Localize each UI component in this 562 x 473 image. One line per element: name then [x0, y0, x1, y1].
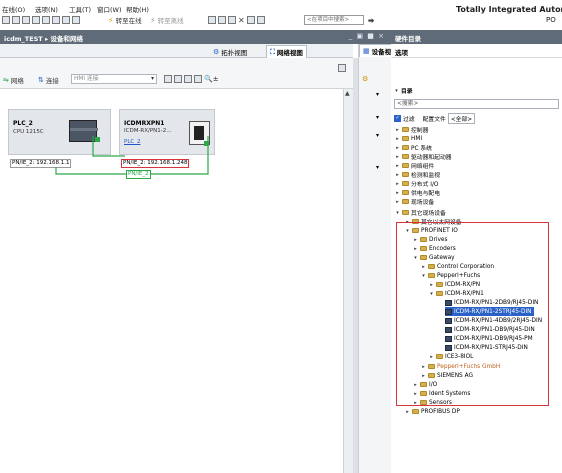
expand-icon[interactable]: ▾ — [376, 91, 379, 98]
subnet-lines — [55, 136, 209, 175]
connection-type-select[interactable]: HMI 连接 ▾ — [71, 74, 157, 84]
folder-icon — [402, 210, 409, 215]
split-editor-icon[interactable] — [228, 16, 236, 24]
menu-help[interactable]: 帮助(H) — [126, 4, 149, 14]
connections-button[interactable]: ⇅ 连接 — [38, 75, 59, 85]
go-online-icon: ⚡ — [108, 15, 114, 25]
collapse-panel-icon[interactable] — [338, 64, 346, 72]
folder-icon — [402, 127, 409, 132]
options-header: 选项 — [391, 44, 562, 58]
chevron-down-icon: ▾ — [395, 87, 398, 94]
tia-brand: Totally Integrated Automa — [456, 5, 562, 14]
network-overview-icon[interactable] — [164, 75, 172, 83]
profile-select[interactable]: <全部> — [447, 113, 476, 124]
tree-item-other-field-devices[interactable]: ▾ 其它现场设备 — [395, 208, 446, 218]
folder-icon — [402, 154, 409, 159]
redo-icon[interactable] — [32, 16, 40, 24]
accessible-devices-icon[interactable] — [208, 16, 216, 24]
show-address-icon[interactable] — [174, 75, 182, 83]
connections-icon: ⇅ — [38, 76, 44, 84]
tree-item-controllers[interactable]: ▸ 控制器 — [395, 125, 428, 135]
toolbar-icons-left — [2, 15, 80, 25]
catalog-search-input[interactable]: <搜索> — [394, 99, 559, 109]
close-editor-icon[interactable]: ✕ — [238, 16, 245, 25]
window-controls[interactable]: _ ▣ ■ × — [349, 32, 385, 40]
menu-options[interactable]: 选项(N) — [35, 4, 58, 14]
folder-icon — [412, 409, 419, 414]
upload-icon[interactable] — [62, 16, 70, 24]
device-view-panel: ▦ 设备视图 ⚙ ▾ ▾ ▾ ▾ — [358, 44, 398, 473]
folder-icon — [402, 199, 409, 204]
device-icon: ▦ — [363, 47, 370, 55]
network-button[interactable]: ⇋ 网络 — [3, 75, 24, 85]
simulate-icon[interactable] — [72, 16, 80, 24]
tree-item-pc-systems[interactable]: ▸ PC 系统 — [395, 143, 432, 153]
canvas-vertical-scrollbar[interactable]: ▲ — [343, 89, 353, 473]
expand-icon[interactable]: ▾ — [376, 164, 379, 171]
cross-reference-icon[interactable] — [218, 16, 226, 24]
go-offline-icon: ⚡ — [150, 15, 156, 25]
tia-brand-sub: PO — [546, 16, 556, 24]
tree-item-power-supply[interactable]: ▸ 供电与配电 — [395, 188, 440, 198]
split-vertical-icon[interactable] — [256, 16, 265, 24]
download-icon[interactable] — [52, 16, 60, 24]
cut-icon[interactable] — [12, 16, 20, 24]
table-view-icon[interactable] — [184, 75, 192, 83]
go-offline-button[interactable]: ⚡ 转至离线 — [150, 15, 184, 26]
save-icon[interactable] — [2, 16, 10, 24]
network-icon: ⛶ — [270, 47, 275, 56]
tab-topology-view[interactable]: ⚙ 拓扑视图 — [210, 45, 250, 58]
filter-row: ✓ 过滤 配置文件 <全部> — [394, 113, 476, 124]
network-link-icon: ⇋ — [3, 76, 9, 84]
view-tabs: ⚙ 拓扑视图 ⛶ 网络视图 — [0, 44, 353, 58]
editor-title-bar: icdm_TEST ▸ 设备和网络 _ ▣ ■ × — [0, 30, 391, 44]
network-tool-icons: 🔍± — [164, 74, 219, 84]
menu-bar: 在线(O) 选项(N) 工具(T) 窗口(W) 帮助(H) Totally In… — [0, 0, 562, 28]
options-title: 选项 — [395, 49, 408, 57]
tree-item-hmi[interactable]: ▸ HMI — [395, 134, 422, 143]
tree-item-network-components[interactable]: ▸ 网络组件 — [395, 161, 434, 171]
menu-window[interactable]: 窗口(W) — [97, 4, 122, 14]
compile-icon[interactable] — [42, 16, 50, 24]
tree-item-detecting-monitoring[interactable]: ▸ 检测和监视 — [395, 170, 440, 180]
undo-icon[interactable] — [22, 16, 30, 24]
filter-checkbox[interactable]: ✓ — [394, 115, 401, 122]
zoom-icon[interactable]: 🔍± — [204, 75, 219, 83]
tree-item-drives-starters[interactable]: ▸ 驱动器和起动器 — [395, 152, 451, 162]
chevron-down-icon: ▾ — [151, 76, 154, 82]
tab-network-view[interactable]: ⛶ 网络视图 — [266, 45, 307, 58]
device-overview-icon[interactable]: ⚙ — [362, 75, 368, 83]
folder-icon — [402, 136, 409, 141]
tree-item-profibus-dp[interactable]: ▸ PROFIBUS DP — [405, 407, 460, 416]
hardware-catalog-title: 硬件目录 — [395, 35, 421, 43]
catalog-header[interactable]: ▾ 目录 — [394, 86, 412, 96]
breadcrumb: icdm_TEST ▸ 设备和网络 — [4, 35, 84, 43]
project-search-input[interactable]: <在项目中搜索> — [304, 15, 364, 25]
expand-icon[interactable]: ▾ — [376, 114, 379, 121]
expand-icon[interactable]: ▾ — [376, 132, 379, 139]
tree-item-field-devices[interactable]: ▸ 现场设备 — [395, 197, 434, 207]
tree-item-distributed-io[interactable]: ▸ 分布式 I/O — [395, 179, 438, 189]
search-go-icon[interactable]: ⮕ — [368, 15, 375, 25]
split-horizontal-icon[interactable] — [246, 16, 255, 24]
folder-icon — [402, 172, 409, 177]
toolbar-icons-right: ✕ — [208, 15, 265, 25]
menu-online[interactable]: 在线(O) — [2, 4, 25, 14]
menu-tools[interactable]: 工具(T) — [69, 4, 91, 14]
tab-device-view[interactable]: ▦ 设备视图 — [359, 44, 398, 57]
topology-icon: ⚙ — [213, 47, 220, 56]
hardware-catalog-title-bar: 硬件目录 — [391, 30, 562, 44]
subnet-label[interactable]: PN/IE_2 — [126, 170, 151, 179]
go-online-button[interactable]: ⚡ 转至在线 — [108, 15, 142, 26]
folder-icon — [402, 190, 409, 195]
grid-view-icon[interactable] — [194, 75, 202, 83]
folder-icon — [402, 145, 409, 150]
network-toolbar: ⇋ 网络 ⇅ 连接 HMI 连接 ▾ 🔍± — [0, 58, 353, 89]
network-canvas[interactable]: PLC_2 CPU 1215C PN/IE_2: 192.168.1.1 ICD… — [0, 89, 343, 473]
highlight-box — [396, 222, 549, 406]
folder-icon — [402, 163, 409, 168]
folder-icon — [402, 181, 409, 186]
scroll-up-icon[interactable]: ▲ — [345, 90, 350, 97]
